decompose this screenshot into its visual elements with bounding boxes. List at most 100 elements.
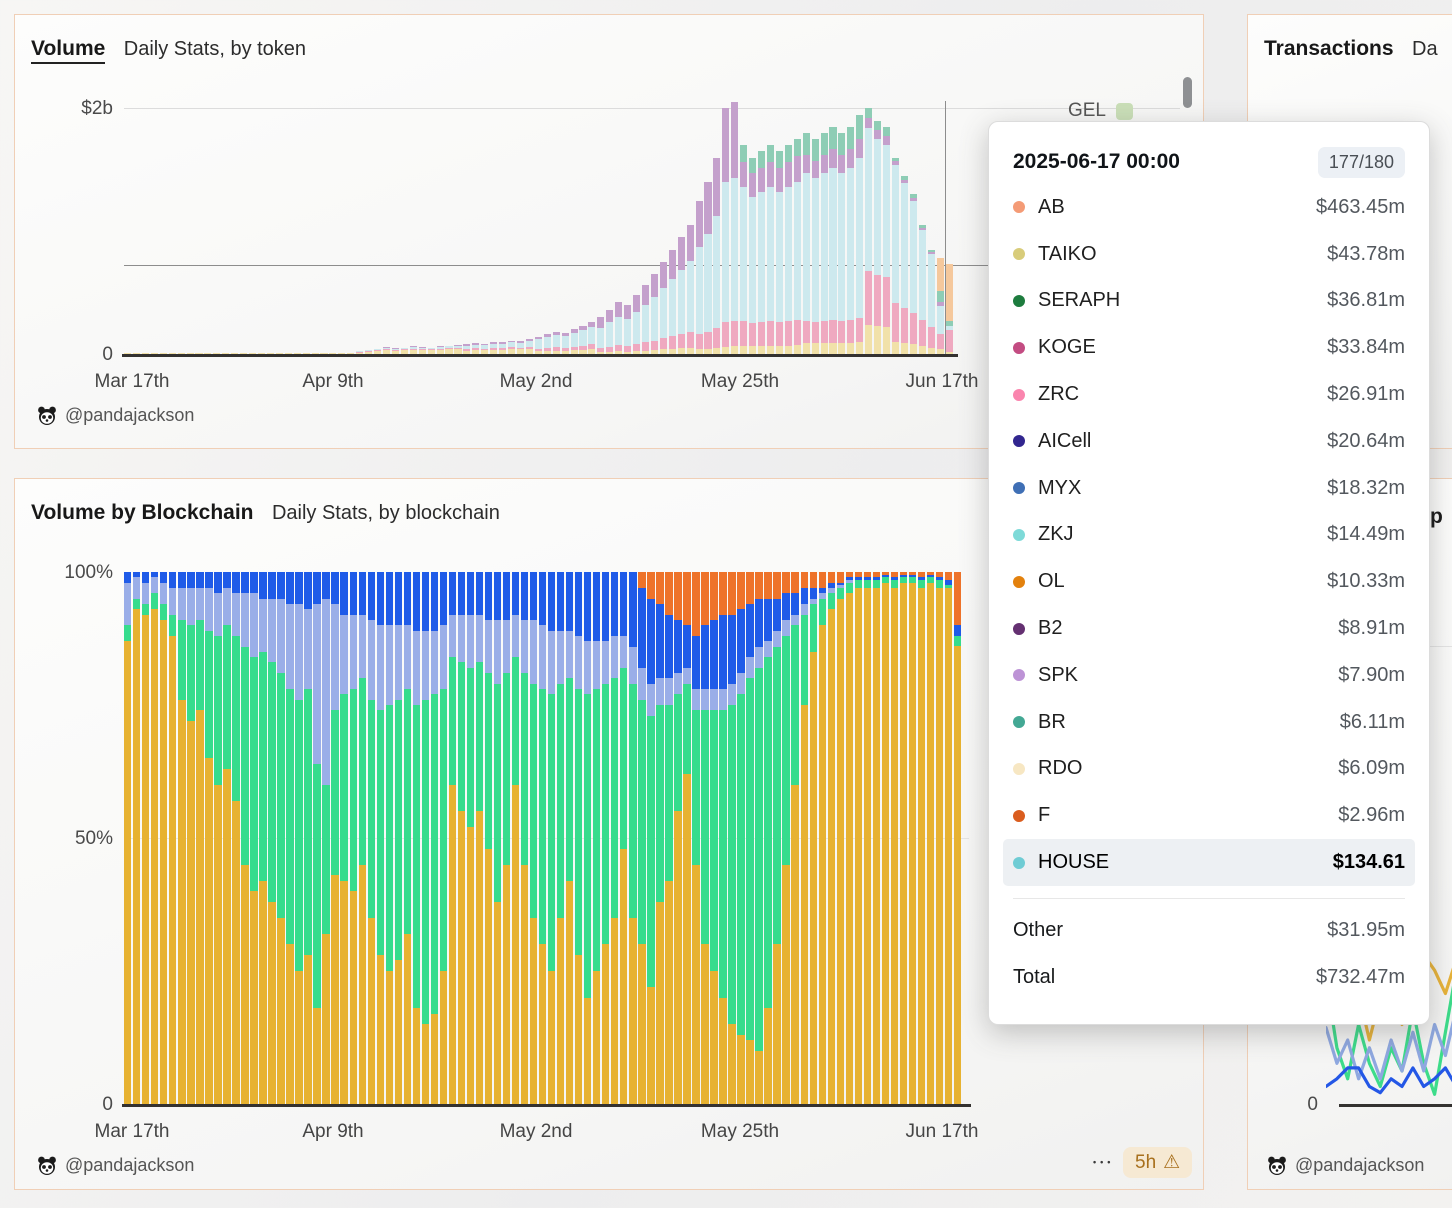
volume-bar[interactable]	[892, 102, 899, 354]
volume-bar[interactable]	[231, 102, 238, 354]
volume-bar[interactable]	[740, 102, 747, 354]
volume-bar[interactable]	[419, 102, 426, 354]
volume-bar[interactable]	[437, 102, 444, 354]
right-panel-attribution-handle[interactable]: @pandajackson	[1295, 1155, 1424, 1176]
blockchain-bar[interactable]	[584, 572, 591, 1104]
volume-bar[interactable]	[240, 102, 247, 354]
volume-bar[interactable]	[571, 102, 578, 354]
volume-bar[interactable]	[499, 102, 506, 354]
blockchain-bar[interactable]	[819, 572, 826, 1104]
blockchain-bar[interactable]	[557, 572, 564, 1104]
volume-bar[interactable]	[267, 102, 274, 354]
blockchain-bar-chart[interactable]	[124, 572, 969, 1104]
blockchain-bar[interactable]	[503, 572, 510, 1104]
blockchain-bar[interactable]	[719, 572, 726, 1104]
blockchain-bar[interactable]	[900, 572, 907, 1104]
blockchain-bar[interactable]	[178, 572, 185, 1104]
volume-bar[interactable]	[356, 102, 363, 354]
volume-bar[interactable]	[472, 102, 479, 354]
blockchain-bar[interactable]	[232, 572, 239, 1104]
volume-bar[interactable]	[445, 102, 452, 354]
blockchain-bar[interactable]	[340, 572, 347, 1104]
volume-bar[interactable]	[312, 102, 319, 354]
volume-bar[interactable]	[919, 102, 926, 354]
blockchain-bar[interactable]	[440, 572, 447, 1104]
volume-bar[interactable]	[517, 102, 524, 354]
blockchain-bar[interactable]	[259, 572, 266, 1104]
volume-bar[interactable]	[160, 102, 167, 354]
volume-bar[interactable]	[142, 102, 149, 354]
blockchain-bar[interactable]	[196, 572, 203, 1104]
blockchain-bar[interactable]	[737, 572, 744, 1104]
volume-bar[interactable]	[276, 102, 283, 354]
volume-bar[interactable]	[937, 102, 944, 354]
volume-bar[interactable]	[696, 102, 703, 354]
blockchain-bar[interactable]	[133, 572, 140, 1104]
volume-bar[interactable]	[535, 102, 542, 354]
blockchain-bar[interactable]	[350, 572, 357, 1104]
blockchain-bar[interactable]	[755, 572, 762, 1104]
blockchain-bar[interactable]	[629, 572, 636, 1104]
blockchain-bar[interactable]	[377, 572, 384, 1104]
volume-bar[interactable]	[776, 102, 783, 354]
blockchain-bar[interactable]	[864, 572, 871, 1104]
blockchain-bar[interactable]	[331, 572, 338, 1104]
volume-bar[interactable]	[669, 102, 676, 354]
blockchain-bar[interactable]	[485, 572, 492, 1104]
volume-bar[interactable]	[606, 102, 613, 354]
volume-bar[interactable]	[803, 102, 810, 354]
blockchain-bar[interactable]	[837, 572, 844, 1104]
volume-bar[interactable]	[383, 102, 390, 354]
blockchain-bar[interactable]	[936, 572, 943, 1104]
volume-bar[interactable]	[821, 102, 828, 354]
volume-bar[interactable]	[767, 102, 774, 354]
volume-bar[interactable]	[651, 102, 658, 354]
volume-bar[interactable]	[883, 102, 890, 354]
volume-bar[interactable]	[758, 102, 765, 354]
volume-bar[interactable]	[812, 102, 819, 354]
blockchain-bar[interactable]	[692, 572, 699, 1104]
blockchain-bar[interactable]	[422, 572, 429, 1104]
volume-bar[interactable]	[910, 102, 917, 354]
blockchain-bar[interactable]	[638, 572, 645, 1104]
blockchain-bar[interactable]	[512, 572, 519, 1104]
volume-bar[interactable]	[294, 102, 301, 354]
volume-bar[interactable]	[454, 102, 461, 354]
blockchain-bar[interactable]	[386, 572, 393, 1104]
blockchain-bar[interactable]	[620, 572, 627, 1104]
blockchain-bar[interactable]	[548, 572, 555, 1104]
blockchain-bar[interactable]	[413, 572, 420, 1104]
blockchain-bar[interactable]	[791, 572, 798, 1104]
volume-bar[interactable]	[553, 102, 560, 354]
blockchain-bar[interactable]	[395, 572, 402, 1104]
volume-bar[interactable]	[642, 102, 649, 354]
volume-bar[interactable]	[901, 102, 908, 354]
volume-bar[interactable]	[597, 102, 604, 354]
volume-bar[interactable]	[615, 102, 622, 354]
volume-bar[interactable]	[124, 102, 131, 354]
blockchain-bar[interactable]	[539, 572, 546, 1104]
volume-bar[interactable]	[562, 102, 569, 354]
blockchain-bar[interactable]	[846, 572, 853, 1104]
blockchain-bar[interactable]	[241, 572, 248, 1104]
blockchain-bar[interactable]	[359, 572, 366, 1104]
blockchain-bar[interactable]	[746, 572, 753, 1104]
volume-bar[interactable]	[249, 102, 256, 354]
blockchain-bar[interactable]	[656, 572, 663, 1104]
volume-bar[interactable]	[410, 102, 417, 354]
blockchain-bar[interactable]	[404, 572, 411, 1104]
volume-bar[interactable]	[285, 102, 292, 354]
blockchain-bar[interactable]	[169, 572, 176, 1104]
blockchain-bar[interactable]	[313, 572, 320, 1104]
volume-bar[interactable]	[481, 102, 488, 354]
blockchain-bar[interactable]	[801, 572, 808, 1104]
volume-bar[interactable]	[829, 102, 836, 354]
panel-transactions-title[interactable]: Transactions	[1264, 37, 1394, 60]
blockchain-bar[interactable]	[286, 572, 293, 1104]
volume-bar[interactable]	[365, 102, 372, 354]
blockchain-bar[interactable]	[710, 572, 717, 1104]
blockchain-bar[interactable]	[810, 572, 817, 1104]
volume-bar[interactable]	[847, 102, 854, 354]
volume-bar[interactable]	[428, 102, 435, 354]
panel-blockchain-title[interactable]: Volume by Blockchain	[31, 501, 254, 524]
